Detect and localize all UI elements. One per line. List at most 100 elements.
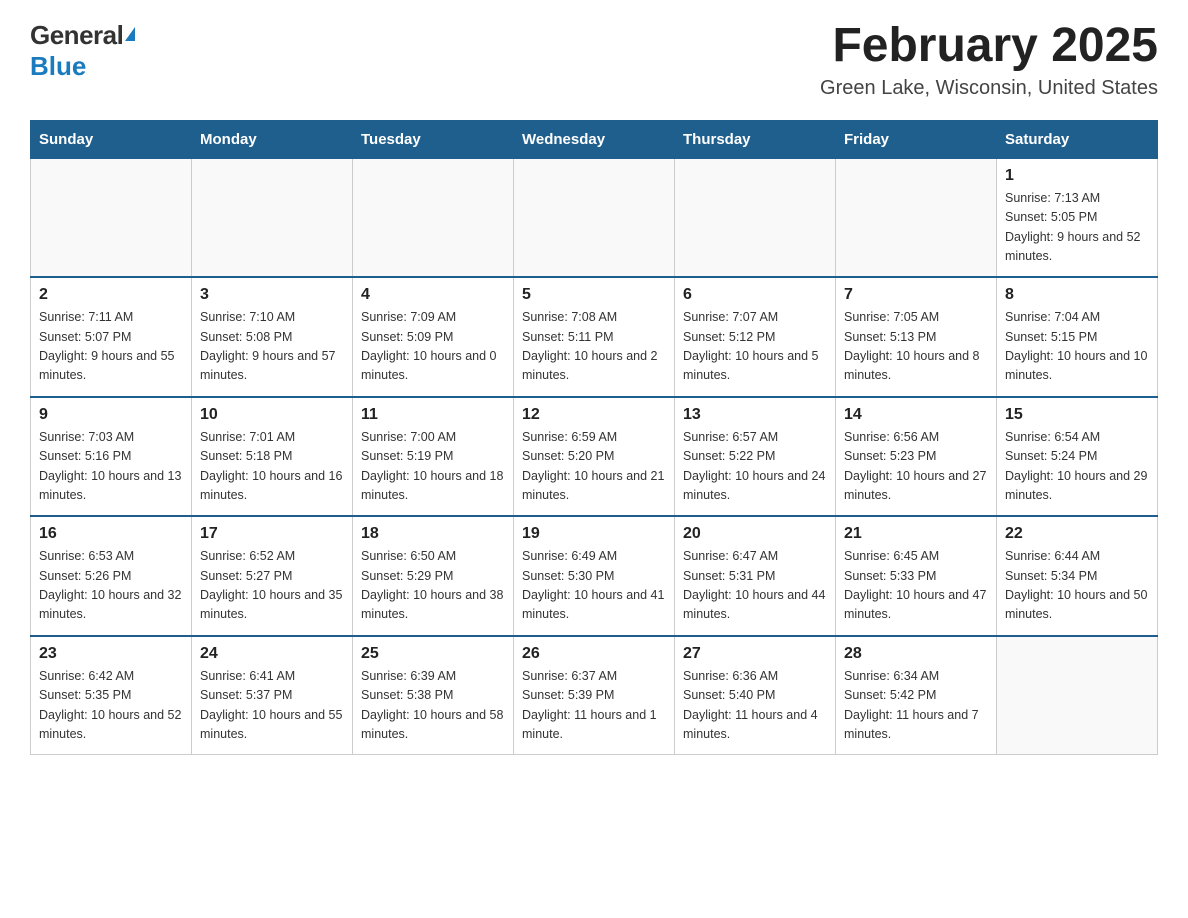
logo-general-text: General [30, 20, 123, 51]
day-info: Sunrise: 6:57 AMSunset: 5:22 PMDaylight:… [683, 428, 827, 506]
day-info: Sunrise: 6:42 AMSunset: 5:35 PMDaylight:… [39, 667, 183, 745]
calendar-day-cell: 8 Sunrise: 7:04 AMSunset: 5:15 PMDaylight… [997, 277, 1158, 397]
calendar-day-cell: 26 Sunrise: 6:37 AMSunset: 5:39 PMDayligh… [514, 636, 675, 755]
day-number: 27 [683, 645, 827, 663]
calendar-day-cell: 12 Sunrise: 6:59 AMSunset: 5:20 PMDayligh… [514, 397, 675, 517]
day-number: 7 [844, 286, 988, 304]
calendar-week-row: 2Sunrise: 7:11 AMSunset: 5:07 PMDaylight… [31, 277, 1158, 397]
day-number: 26 [522, 645, 666, 663]
day-info: Sunrise: 6:53 AMSunset: 5:26 PMDaylight:… [39, 547, 183, 625]
calendar-day-cell: 14 Sunrise: 6:56 AMSunset: 5:23 PMDayligh… [836, 397, 997, 517]
day-number: 18 [361, 525, 505, 543]
day-info: Sunrise: 6:52 AMSunset: 5:27 PMDaylight:… [200, 547, 344, 625]
calendar-day-cell: 17 Sunrise: 6:52 AMSunset: 5:27 PMDayligh… [192, 516, 353, 636]
calendar-header-saturday: Saturday [997, 120, 1158, 158]
calendar-day-cell: 27 Sunrise: 6:36 AMSunset: 5:40 PMDayligh… [675, 636, 836, 755]
calendar-day-cell: 16 Sunrise: 6:53 AMSunset: 5:26 PMDayligh… [31, 516, 192, 636]
day-info: Sunrise: 6:41 AMSunset: 5:37 PMDaylight:… [200, 667, 344, 745]
logo-arrow-icon [125, 27, 135, 41]
day-number: 2 [39, 286, 183, 304]
calendar-day-cell: 9 Sunrise: 7:03 AMSunset: 5:16 PMDaylight… [31, 397, 192, 517]
calendar-table: SundayMondayTuesdayWednesdayThursdayFrid… [30, 120, 1158, 756]
calendar-day-cell: 15Sunrise: 6:54 AMSunset: 5:24 PMDayligh… [997, 397, 1158, 517]
calendar-header-thursday: Thursday [675, 120, 836, 158]
calendar-day-cell: 2Sunrise: 7:11 AMSunset: 5:07 PMDaylight… [31, 277, 192, 397]
logo-blue-text: Blue [30, 51, 86, 81]
calendar-day-cell: 28Sunrise: 6:34 AMSunset: 5:42 PMDayligh… [836, 636, 997, 755]
day-info: Sunrise: 6:36 AMSunset: 5:40 PMDaylight:… [683, 667, 827, 745]
day-number: 22 [1005, 525, 1149, 543]
day-info: Sunrise: 6:39 AMSunset: 5:38 PMDaylight:… [361, 667, 505, 745]
calendar-day-cell: 18 Sunrise: 6:50 AMSunset: 5:29 PMDayligh… [353, 516, 514, 636]
day-number: 17 [200, 525, 344, 543]
calendar-day-cell: 6 Sunrise: 7:07 AMSunset: 5:12 PMDaylight… [675, 277, 836, 397]
day-info: Sunrise: 7:07 AMSunset: 5:12 PMDaylight:… [683, 308, 827, 386]
calendar-day-cell: 5 Sunrise: 7:08 AMSunset: 5:11 PMDaylight… [514, 277, 675, 397]
calendar-header-monday: Monday [192, 120, 353, 158]
day-number: 20 [683, 525, 827, 543]
day-number: 5 [522, 286, 666, 304]
day-info: Sunrise: 6:49 AMSunset: 5:30 PMDaylight:… [522, 547, 666, 625]
day-info: Sunrise: 7:04 AMSunset: 5:15 PMDaylight:… [1005, 308, 1149, 386]
day-number: 24 [200, 645, 344, 663]
calendar-day-cell: 22 Sunrise: 6:44 AMSunset: 5:34 PMDayligh… [997, 516, 1158, 636]
calendar-day-cell [514, 158, 675, 277]
day-number: 9 [39, 406, 183, 424]
day-info: Sunrise: 6:44 AMSunset: 5:34 PMDaylight:… [1005, 547, 1149, 625]
day-number: 19 [522, 525, 666, 543]
calendar-day-cell [353, 158, 514, 277]
calendar-day-cell: 4 Sunrise: 7:09 AMSunset: 5:09 PMDaylight… [353, 277, 514, 397]
month-title: February 2025 [820, 20, 1158, 73]
day-number: 14 [844, 406, 988, 424]
day-info: Sunrise: 7:10 AMSunset: 5:08 PMDaylight:… [200, 308, 344, 386]
calendar-day-cell: 7Sunrise: 7:05 AMSunset: 5:13 PMDaylight… [836, 277, 997, 397]
day-info: Sunrise: 6:56 AMSunset: 5:23 PMDaylight:… [844, 428, 988, 506]
day-info: Sunrise: 7:03 AMSunset: 5:16 PMDaylight:… [39, 428, 183, 506]
calendar-day-cell: 1 Sunrise: 7:13 AMSunset: 5:05 PMDaylight… [997, 158, 1158, 277]
day-number: 10 [200, 406, 344, 424]
day-info: Sunrise: 7:00 AMSunset: 5:19 PMDaylight:… [361, 428, 505, 506]
day-number: 13 [683, 406, 827, 424]
calendar-day-cell: 19 Sunrise: 6:49 AMSunset: 5:30 PMDayligh… [514, 516, 675, 636]
day-number: 6 [683, 286, 827, 304]
day-number: 23 [39, 645, 183, 663]
day-info: Sunrise: 6:50 AMSunset: 5:29 PMDaylight:… [361, 547, 505, 625]
day-number: 3 [200, 286, 344, 304]
day-info: Sunrise: 6:59 AMSunset: 5:20 PMDaylight:… [522, 428, 666, 506]
day-number: 11 [361, 406, 505, 424]
calendar-week-row: 9 Sunrise: 7:03 AMSunset: 5:16 PMDaylight… [31, 397, 1158, 517]
calendar-day-cell: 25 Sunrise: 6:39 AMSunset: 5:38 PMDayligh… [353, 636, 514, 755]
day-number: 28 [844, 645, 988, 663]
calendar-day-cell: 24 Sunrise: 6:41 AMSunset: 5:37 PMDayligh… [192, 636, 353, 755]
page-header: General Blue February 2025 Green Lake, W… [30, 20, 1158, 100]
calendar-header-wednesday: Wednesday [514, 120, 675, 158]
calendar-day-cell: 11 Sunrise: 7:00 AMSunset: 5:19 PMDayligh… [353, 397, 514, 517]
day-number: 21 [844, 525, 988, 543]
day-number: 1 [1005, 167, 1149, 185]
day-info: Sunrise: 6:37 AMSunset: 5:39 PMDaylight:… [522, 667, 666, 745]
calendar-day-cell [31, 158, 192, 277]
calendar-day-cell: 10Sunrise: 7:01 AMSunset: 5:18 PMDayligh… [192, 397, 353, 517]
day-info: Sunrise: 7:13 AMSunset: 5:05 PMDaylight:… [1005, 189, 1149, 267]
day-number: 25 [361, 645, 505, 663]
day-number: 8 [1005, 286, 1149, 304]
calendar-week-row: 1 Sunrise: 7:13 AMSunset: 5:05 PMDaylight… [31, 158, 1158, 277]
calendar-day-cell: 21 Sunrise: 6:45 AMSunset: 5:33 PMDayligh… [836, 516, 997, 636]
calendar-header-sunday: Sunday [31, 120, 192, 158]
day-info: Sunrise: 6:47 AMSunset: 5:31 PMDaylight:… [683, 547, 827, 625]
day-number: 16 [39, 525, 183, 543]
logo: General Blue [30, 20, 135, 82]
day-info: Sunrise: 7:09 AMSunset: 5:09 PMDaylight:… [361, 308, 505, 386]
day-info: Sunrise: 7:08 AMSunset: 5:11 PMDaylight:… [522, 308, 666, 386]
day-number: 12 [522, 406, 666, 424]
calendar-day-cell: 13 Sunrise: 6:57 AMSunset: 5:22 PMDayligh… [675, 397, 836, 517]
day-info: Sunrise: 6:45 AMSunset: 5:33 PMDaylight:… [844, 547, 988, 625]
calendar-day-cell [192, 158, 353, 277]
calendar-day-cell: 23 Sunrise: 6:42 AMSunset: 5:35 PMDayligh… [31, 636, 192, 755]
calendar-header-row: SundayMondayTuesdayWednesdayThursdayFrid… [31, 120, 1158, 158]
day-info: Sunrise: 6:54 AMSunset: 5:24 PMDaylight:… [1005, 428, 1149, 506]
calendar-header-tuesday: Tuesday [353, 120, 514, 158]
day-number: 4 [361, 286, 505, 304]
calendar-week-row: 23 Sunrise: 6:42 AMSunset: 5:35 PMDayligh… [31, 636, 1158, 755]
calendar-day-cell [997, 636, 1158, 755]
